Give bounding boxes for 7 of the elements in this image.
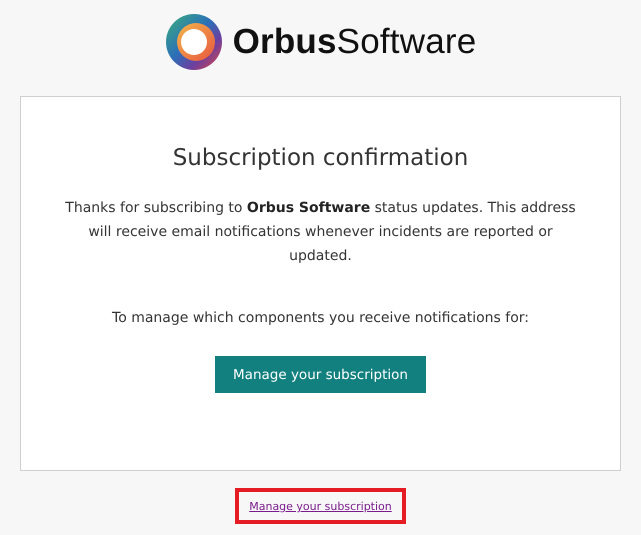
manage-subscription-button[interactable]: Manage your subscription xyxy=(215,356,426,393)
confirmation-message: Thanks for subscribing to Orbus Software status updates. This address will receive email notifications whenever incidents are reported or updated. xyxy=(64,199,577,266)
manage-prompt: To manage which components you receive notifications for: xyxy=(112,310,529,326)
logo-ring-icon xyxy=(164,13,223,71)
logo-wordmark: OrbusSoftware xyxy=(232,22,476,62)
manage-subscription-link[interactable]: Manage your subscription xyxy=(249,500,392,513)
card-title: Subscription confirmation xyxy=(172,145,468,171)
